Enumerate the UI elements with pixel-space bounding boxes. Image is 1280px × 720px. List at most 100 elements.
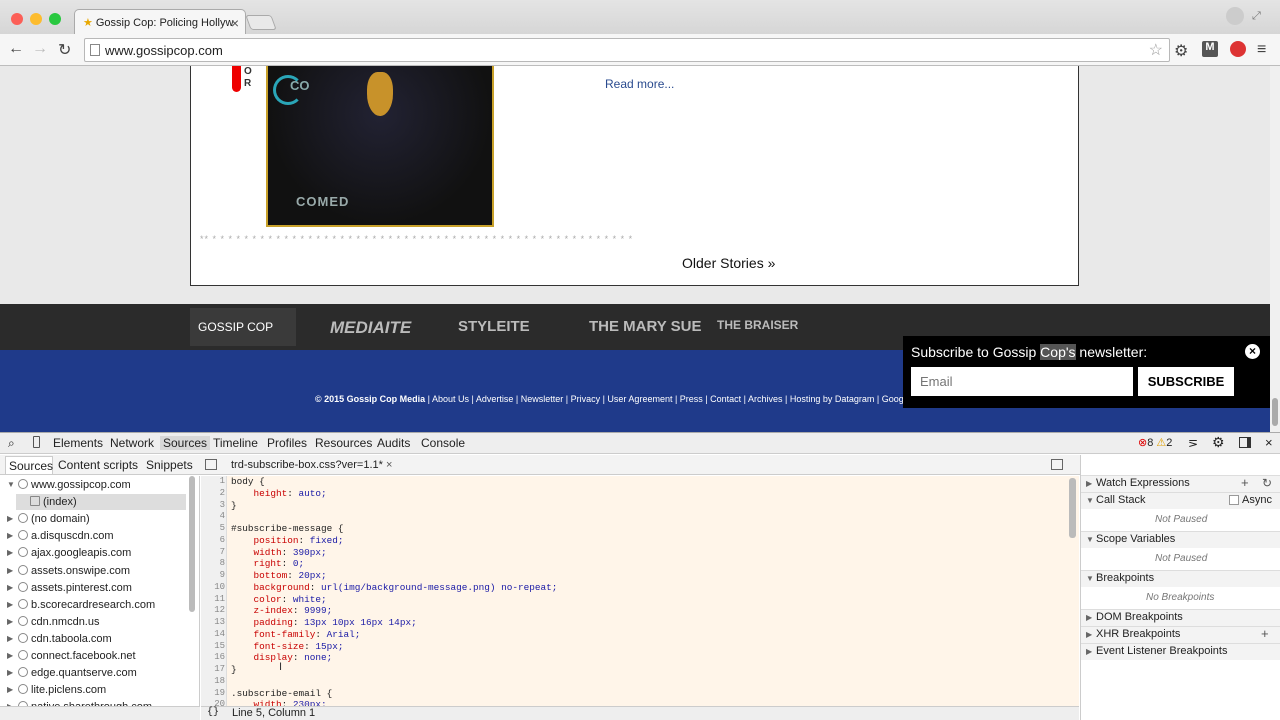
navigator-domain[interactable]: ▶ lite.piclens.com [7, 684, 106, 696]
call-stack-header[interactable]: ▼ Call Stack [1086, 494, 1146, 506]
toggle-debugger-icon[interactable] [1051, 459, 1063, 470]
footer-link-list[interactable]: | About Us | Advertise | Newsletter | Pr… [425, 394, 906, 404]
event-listener-breakpoints-header[interactable]: ▶ Event Listener Breakpoints [1086, 645, 1227, 657]
pretty-print-icon[interactable]: {} [207, 707, 219, 718]
bookmark-star-icon[interactable]: ☆ [1149, 40, 1163, 60]
expanded-arrow-icon[interactable]: ▼ [7, 480, 15, 489]
collapsed-arrow-icon[interactable]: ▶ [7, 531, 13, 540]
navigator-domain[interactable]: ▶ ajax.googleapis.com [7, 547, 131, 559]
tab-resources[interactable]: Resources [315, 436, 372, 450]
subtab-content-scripts[interactable]: Content scripts [58, 458, 138, 472]
tab-sources[interactable]: Sources [160, 436, 211, 450]
code-line[interactable]: } [231, 664, 237, 675]
collapsed-arrow-icon[interactable]: ▶ [7, 514, 13, 523]
toggle-navigator-icon[interactable] [205, 459, 217, 470]
add-xhr-breakpoint-icon[interactable]: + [1261, 626, 1269, 641]
code-line[interactable]: width: 390px; [231, 547, 327, 558]
brand-styleite[interactable]: STYLEITE [458, 314, 530, 340]
gmail-extension-icon[interactable]: M [1202, 41, 1218, 57]
device-mode-icon[interactable] [33, 436, 40, 448]
code-line[interactable]: position: fixed; [231, 535, 344, 546]
extension-badge-icon[interactable] [1230, 41, 1246, 57]
footer-links[interactable]: © 2015 Gossip Cop Media | About Us | Adv… [315, 394, 906, 404]
fullscreen-icon[interactable]: ⤢ [1252, 10, 1261, 23]
code-line[interactable]: z-index: 9999; [231, 605, 333, 616]
reload-icon[interactable]: ↻ [58, 40, 71, 60]
code-line[interactable]: font-family: Arial; [231, 629, 361, 640]
browser-tab[interactable]: ★ Gossip Cop: Policing Hollyw × [74, 9, 246, 35]
code-line[interactable]: } [231, 500, 237, 511]
menu-icon[interactable]: ≡ [1257, 41, 1273, 58]
tab-timeline[interactable]: Timeline [213, 436, 258, 450]
tab-console[interactable]: Console [421, 436, 465, 450]
older-stories-link[interactable]: Older Stories » [682, 255, 775, 271]
tab-network[interactable]: Network [110, 436, 154, 450]
gear-icon[interactable]: ⚙ [1174, 41, 1190, 60]
navigator-domain[interactable]: ▶ (no domain) [7, 513, 90, 525]
collapsed-arrow-icon[interactable]: ▶ [7, 634, 13, 643]
new-tab-button[interactable] [245, 15, 277, 30]
brand-gossipcop[interactable]: GOSSIP COP [190, 308, 296, 346]
code-line[interactable]: height: auto; [231, 488, 327, 499]
subscribe-button[interactable]: SUBSCRIBE [1138, 367, 1234, 396]
page-scrollbar[interactable] [1270, 66, 1280, 432]
dock-side-icon[interactable] [1239, 437, 1251, 448]
brand-braiser[interactable]: THE BRAISER [717, 314, 798, 340]
navigator-domain[interactable]: ▶ cdn.taboola.com [7, 632, 112, 645]
navigator-file-index[interactable]: (index) [30, 496, 77, 508]
navigator-domain[interactable]: ▶ b.scorecardresearch.com [7, 598, 155, 611]
collapsed-arrow-icon[interactable]: ▶ [7, 566, 13, 575]
collapsed-arrow-icon[interactable]: ▶ [7, 651, 13, 660]
collapsed-arrow-icon[interactable]: ▶ [7, 583, 13, 592]
xhr-breakpoints-header[interactable]: ▶ XHR Breakpoints [1086, 628, 1180, 640]
async-checkbox[interactable] [1229, 495, 1239, 505]
brand-mediaite[interactable]: MEDIAITE [330, 314, 411, 340]
close-tab-icon[interactable]: × [231, 15, 239, 31]
navigator-domain[interactable]: ▶ connect.facebook.net [7, 650, 136, 662]
read-more-link[interactable]: Read more... [605, 77, 674, 91]
code-line[interactable]: .subscribe-email { [231, 688, 332, 699]
navigator-domain[interactable]: ▶ assets.onswipe.com [7, 564, 130, 577]
navigator-domain-root[interactable]: ▼ www.gossipcop.com [7, 479, 131, 491]
address-bar[interactable]: www.gossipcop.com ☆ [84, 38, 1170, 62]
close-file-icon[interactable]: × [386, 459, 392, 471]
code-line[interactable]: font-size: 15px; [231, 641, 344, 652]
navigator-domain[interactable]: ▶ cdn.nmcdn.us [7, 615, 99, 628]
navigator-domain[interactable]: ▶ edge.quantserve.com [7, 667, 137, 679]
navigator-domain[interactable]: ▶ a.disquscdn.com [7, 530, 114, 542]
tab-elements[interactable]: Elements [53, 436, 103, 450]
error-warning-counter[interactable]: ⊗8 ⚠2 [1138, 436, 1172, 449]
code-line[interactable]: #subscribe-message { [231, 523, 344, 534]
code-line[interactable]: background: url(img/background-message.p… [231, 582, 558, 593]
page-scroll-thumb[interactable] [1272, 398, 1278, 426]
subtab-sources[interactable]: Sources [5, 456, 53, 474]
scope-variables-header[interactable]: ▼ Scope Variables [1086, 533, 1175, 545]
settings-gear-icon[interactable]: ⚙ [1212, 434, 1225, 451]
brand-mary-sue[interactable]: THE MARY SUE [589, 314, 702, 340]
collapsed-arrow-icon[interactable]: ▶ [7, 668, 13, 677]
subtab-snippets[interactable]: Snippets [146, 458, 193, 472]
email-field[interactable] [911, 367, 1133, 396]
navigator-domain[interactable]: ▶ assets.pinterest.com [7, 581, 132, 594]
code-line[interactable]: color: white; [231, 594, 327, 605]
forward-arrow-icon[interactable]: → [32, 40, 48, 58]
collapsed-arrow-icon[interactable]: ▶ [7, 617, 13, 626]
popup-close-icon[interactable]: × [1245, 344, 1260, 359]
close-devtools-icon[interactable]: × [1265, 435, 1273, 450]
collapsed-arrow-icon[interactable]: ▶ [7, 548, 13, 557]
code-line[interactable]: bottom: 20px; [231, 570, 327, 581]
tab-profiles[interactable]: Profiles [267, 436, 307, 450]
tab-audits[interactable]: Audits [377, 436, 410, 450]
editor-scrollbar[interactable] [1069, 478, 1076, 538]
breakpoints-header[interactable]: ▼ Breakpoints [1086, 572, 1154, 584]
inspect-search-icon[interactable]: ⌕ [8, 436, 15, 451]
back-arrow-icon[interactable]: ← [8, 40, 24, 58]
watch-expressions-header[interactable]: ▶ Watch Expressions [1086, 477, 1190, 489]
code-line[interactable]: padding: 13px 10px 16px 14px; [231, 617, 417, 628]
close-window-button[interactable] [11, 13, 23, 25]
code-line[interactable]: right: 0; [231, 558, 305, 569]
code-line[interactable]: body { [231, 476, 265, 487]
zoom-window-button[interactable] [49, 13, 61, 25]
collapsed-arrow-icon[interactable]: ▶ [7, 685, 13, 694]
minimize-window-button[interactable] [30, 13, 42, 25]
